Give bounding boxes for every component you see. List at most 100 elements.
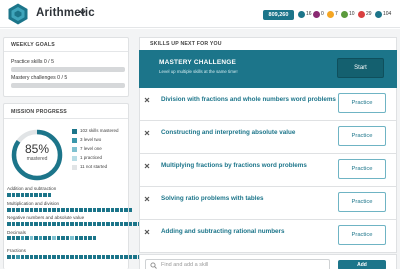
- skill-block[interactable]: [119, 222, 123, 226]
- skill-block[interactable]: [16, 193, 20, 197]
- skill-block[interactable]: [56, 236, 60, 240]
- skill-block[interactable]: [38, 193, 42, 197]
- skill-block[interactable]: [88, 236, 92, 240]
- skill-block[interactable]: [79, 222, 83, 226]
- skill-block[interactable]: [47, 222, 51, 226]
- skill-block[interactable]: [70, 208, 74, 212]
- skill-block[interactable]: [83, 236, 87, 240]
- practice-button[interactable]: Practice: [338, 126, 386, 146]
- skill-block[interactable]: [92, 255, 96, 259]
- mission-title[interactable]: Arithmetic: [36, 7, 95, 19]
- skill-block[interactable]: [74, 222, 78, 226]
- add-button[interactable]: Add: [338, 260, 386, 269]
- skill-block[interactable]: [29, 255, 33, 259]
- skill-block[interactable]: [115, 255, 119, 259]
- skill-block[interactable]: [56, 255, 60, 259]
- skill-block[interactable]: [97, 208, 101, 212]
- skill-block[interactable]: [47, 193, 51, 197]
- skill-block[interactable]: [38, 236, 42, 240]
- skill-block[interactable]: [101, 255, 105, 259]
- skill-block[interactable]: [128, 255, 132, 259]
- practice-button[interactable]: Practice: [338, 159, 386, 179]
- skill-block[interactable]: [74, 255, 78, 259]
- skill-block[interactable]: [65, 208, 69, 212]
- skill-block[interactable]: [11, 193, 15, 197]
- skill-block[interactable]: [20, 208, 24, 212]
- skill-block[interactable]: [88, 222, 92, 226]
- close-icon[interactable]: [144, 229, 150, 235]
- skill-block[interactable]: [34, 236, 38, 240]
- skill-block[interactable]: [47, 236, 51, 240]
- skill-block[interactable]: [97, 222, 101, 226]
- skill-row[interactable]: Solving ratio problems with tables Pract…: [139, 187, 397, 220]
- skill-block[interactable]: [43, 222, 47, 226]
- skill-block[interactable]: [56, 222, 60, 226]
- skill-block[interactable]: [110, 222, 114, 226]
- skill-block[interactable]: [11, 222, 15, 226]
- skill-block[interactable]: [128, 208, 132, 212]
- skill-block[interactable]: [38, 255, 42, 259]
- skill-block[interactable]: [115, 208, 119, 212]
- skill-block[interactable]: [101, 208, 105, 212]
- skill-block[interactable]: [65, 222, 69, 226]
- skill-block[interactable]: [61, 255, 65, 259]
- skill-block[interactable]: [25, 193, 29, 197]
- skill-block[interactable]: [115, 222, 119, 226]
- skill-block[interactable]: [43, 193, 47, 197]
- skill-block[interactable]: [20, 193, 24, 197]
- skill-block[interactable]: [43, 208, 47, 212]
- skill-name[interactable]: Constructing and interpreting absolute v…: [161, 129, 295, 136]
- skill-block[interactable]: [79, 208, 83, 212]
- skill-block[interactable]: [34, 208, 38, 212]
- skill-block[interactable]: [110, 255, 114, 259]
- skill-block[interactable]: [56, 208, 60, 212]
- skill-block[interactable]: [43, 236, 47, 240]
- skill-name[interactable]: Solving ratio problems with tables: [161, 195, 264, 202]
- skill-block[interactable]: [83, 208, 87, 212]
- skill-block[interactable]: [29, 193, 33, 197]
- skill-block[interactable]: [7, 208, 11, 212]
- skill-block[interactable]: [61, 208, 65, 212]
- skill-row[interactable]: Constructing and interpreting absolute v…: [139, 121, 397, 154]
- skill-block[interactable]: [29, 208, 33, 212]
- skill-block[interactable]: [7, 193, 11, 197]
- skill-row[interactable]: Division with fractions and whole number…: [139, 88, 397, 121]
- skill-block[interactable]: [70, 255, 74, 259]
- practice-button[interactable]: Practice: [338, 192, 386, 212]
- skill-block[interactable]: [74, 236, 78, 240]
- practice-button[interactable]: Practice: [338, 225, 386, 245]
- skill-block[interactable]: [65, 255, 69, 259]
- skill-block[interactable]: [61, 222, 65, 226]
- skill-block[interactable]: [92, 222, 96, 226]
- mission-hexagon-icon[interactable]: [7, 3, 29, 25]
- skill-block[interactable]: [29, 222, 33, 226]
- skill-block[interactable]: [133, 255, 137, 259]
- skill-name[interactable]: Multiplying fractions by fractions word …: [161, 162, 307, 169]
- skill-block[interactable]: [7, 255, 11, 259]
- skill-block[interactable]: [16, 255, 20, 259]
- skill-block[interactable]: [52, 236, 56, 240]
- start-button[interactable]: Start: [337, 58, 384, 78]
- skill-block[interactable]: [124, 255, 128, 259]
- skill-block[interactable]: [7, 222, 11, 226]
- skill-row[interactable]: Adding and subtracting rational numbers …: [139, 220, 397, 253]
- close-icon[interactable]: [144, 97, 150, 103]
- close-icon[interactable]: [144, 130, 150, 136]
- skill-block[interactable]: [70, 222, 74, 226]
- skill-block[interactable]: [20, 236, 24, 240]
- skill-block[interactable]: [29, 236, 33, 240]
- skill-block[interactable]: [92, 208, 96, 212]
- skill-block[interactable]: [25, 208, 29, 212]
- close-icon[interactable]: [144, 163, 150, 169]
- skill-block[interactable]: [110, 208, 114, 212]
- skill-row[interactable]: Multiplying fractions by fractions word …: [139, 154, 397, 187]
- skill-name[interactable]: Division with fractions and whole number…: [161, 96, 336, 103]
- skill-block[interactable]: [133, 222, 137, 226]
- skill-block[interactable]: [52, 208, 56, 212]
- skill-name[interactable]: Adding and subtracting rational numbers: [161, 228, 285, 235]
- close-icon[interactable]: [144, 196, 150, 202]
- skill-block[interactable]: [34, 222, 38, 226]
- skill-block[interactable]: [7, 236, 11, 240]
- skill-block[interactable]: [38, 222, 42, 226]
- skill-block[interactable]: [106, 208, 110, 212]
